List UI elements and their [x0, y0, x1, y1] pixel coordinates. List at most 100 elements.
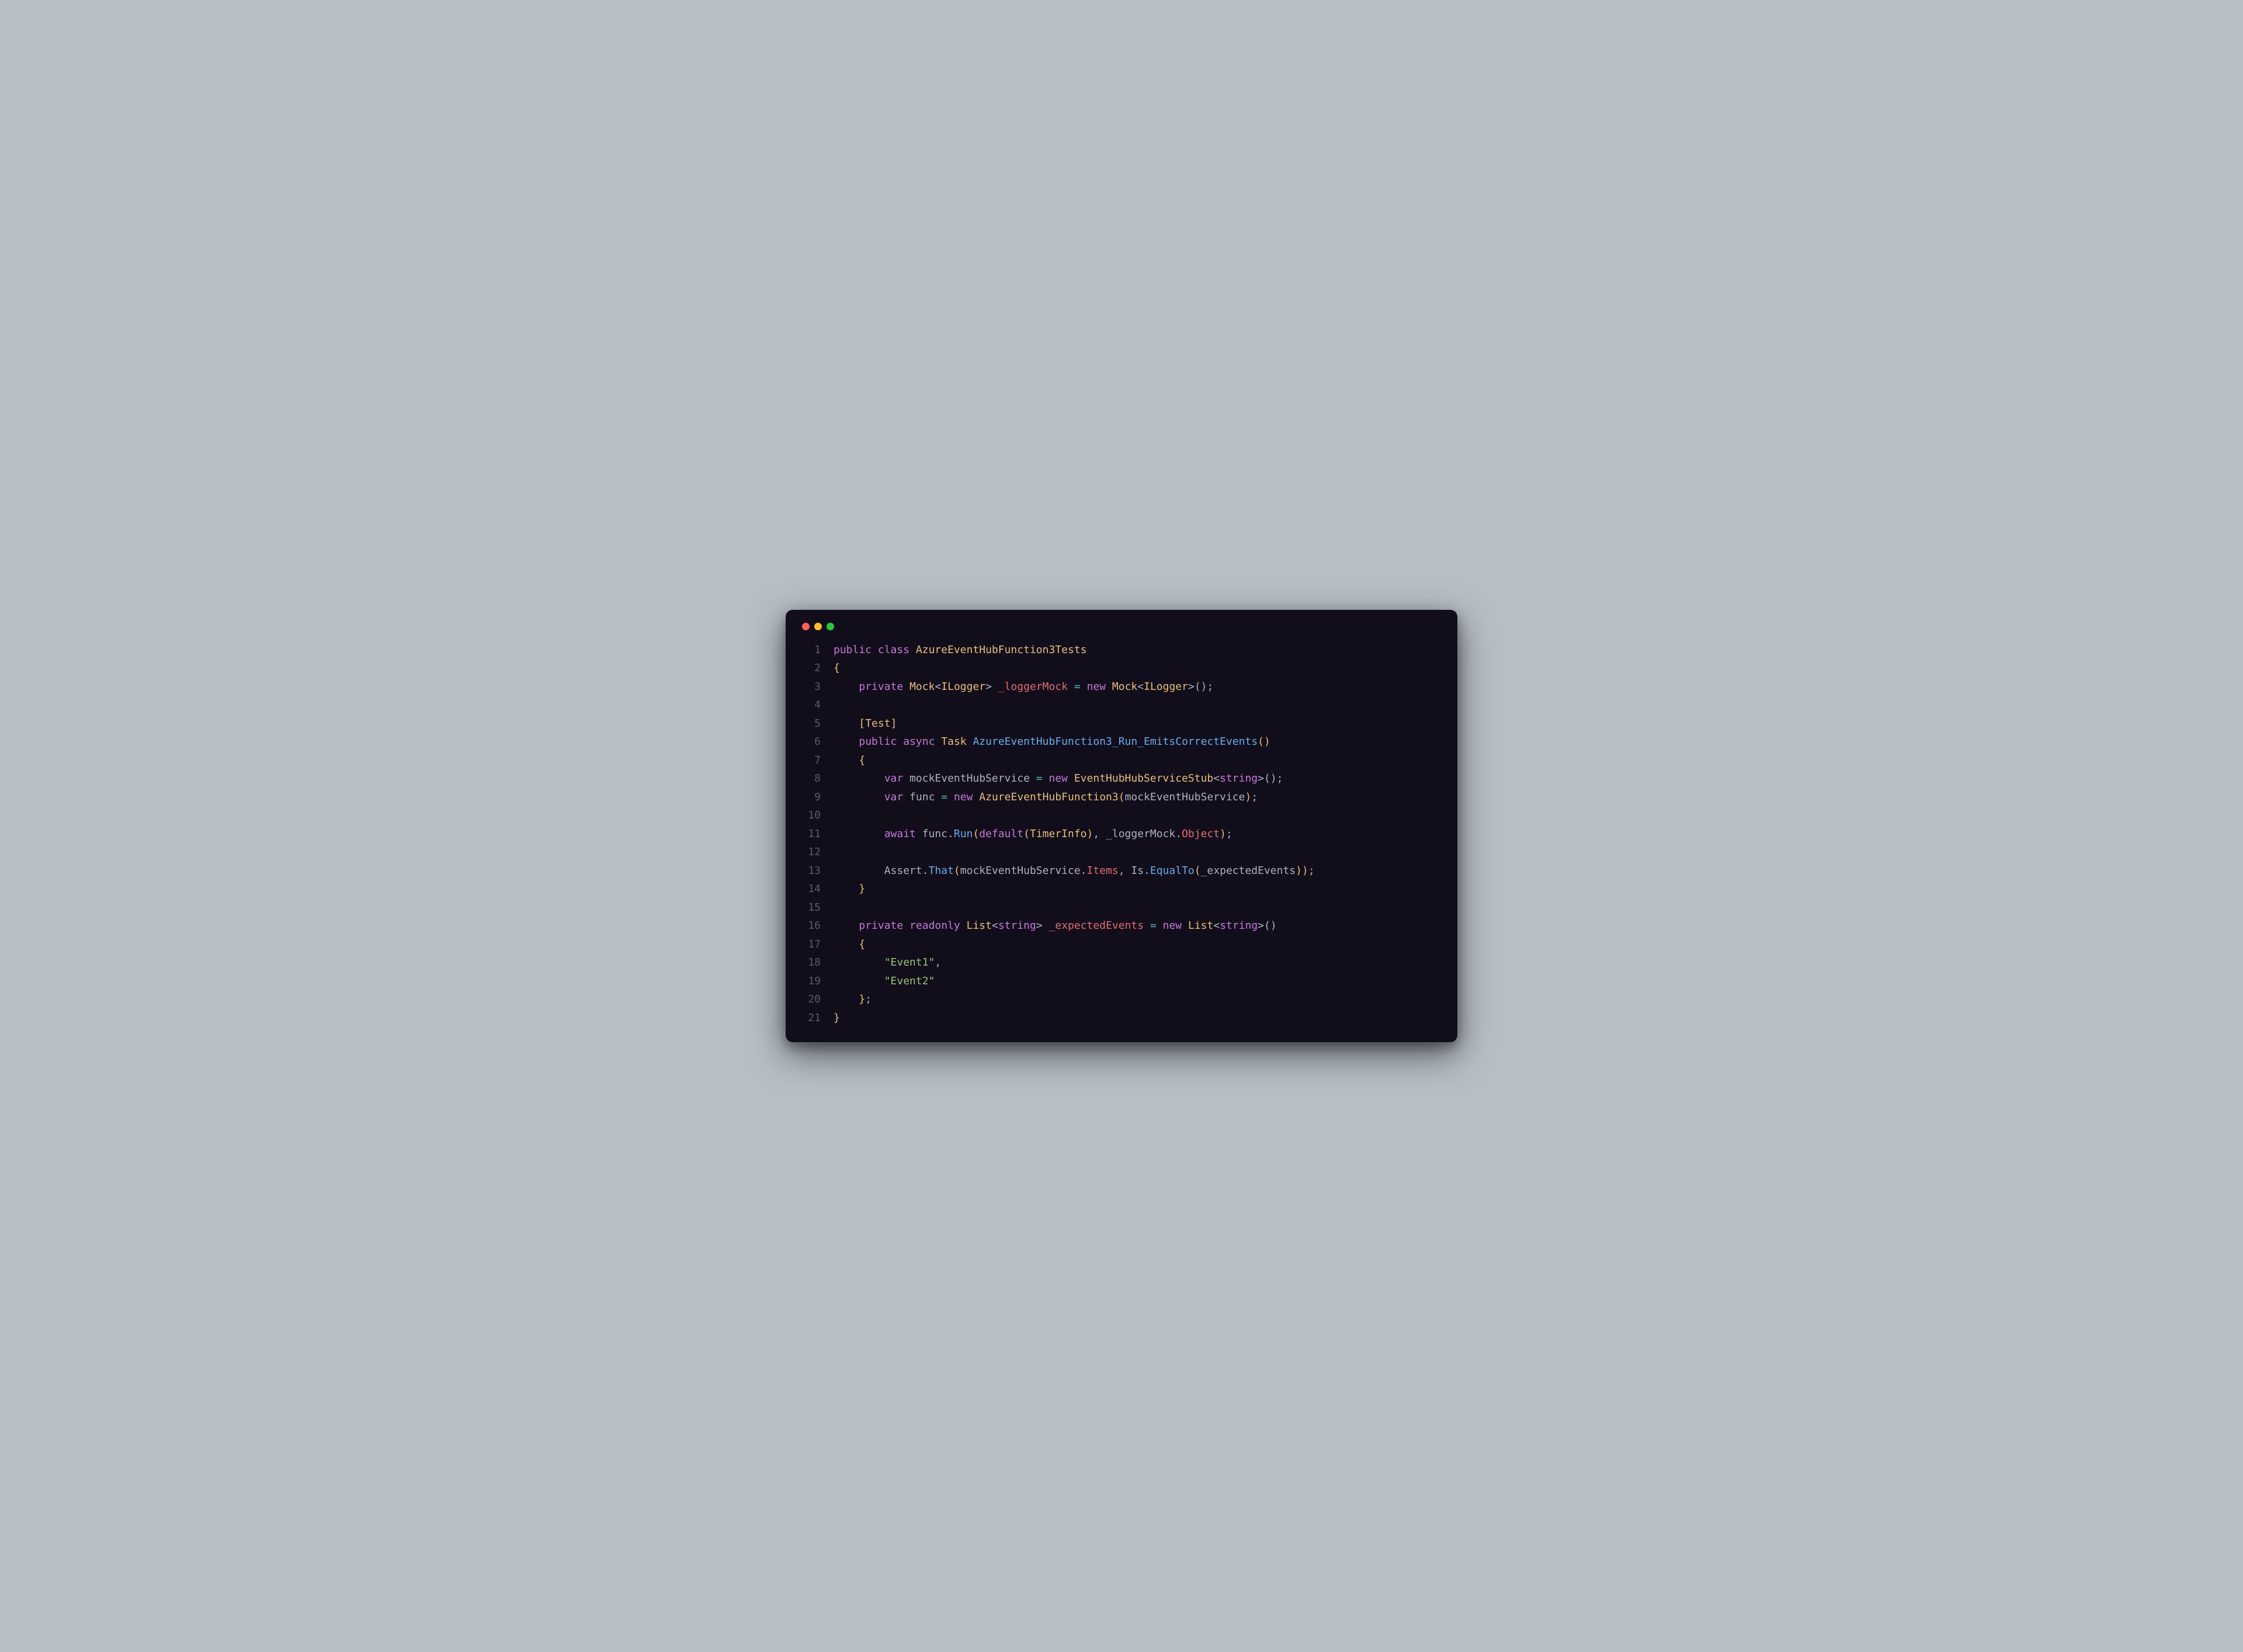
code-line[interactable]: 1public class AzureEventHubFunction3Test…: [801, 641, 1442, 660]
code-token: ILogger: [941, 681, 985, 693]
line-content[interactable]: {: [834, 935, 865, 954]
line-content[interactable]: [Test]: [834, 714, 897, 733]
code-token: private: [859, 919, 903, 932]
line-content[interactable]: };: [834, 990, 871, 1009]
code-token: readonly: [909, 919, 960, 932]
code-line[interactable]: 9 var func = new AzureEventHubFunction3(…: [801, 788, 1442, 807]
line-content[interactable]: await func.Run(default(TimerInfo), _logg…: [834, 825, 1232, 844]
code-line[interactable]: 21}: [801, 1009, 1442, 1028]
code-token: _expectedEvents: [1049, 919, 1144, 932]
code-token: (: [973, 828, 979, 840]
code-token: List: [1188, 919, 1213, 932]
code-line[interactable]: 19 "Event2": [801, 972, 1442, 991]
code-line[interactable]: 6 public async Task AzureEventHubFunctio…: [801, 733, 1442, 751]
line-number: 10: [801, 806, 821, 825]
line-content[interactable]: public class AzureEventHubFunction3Tests: [834, 641, 1087, 660]
code-token: {: [859, 754, 865, 766]
line-content[interactable]: var func = new AzureEventHubFunction3(mo…: [834, 788, 1258, 807]
code-token: AzureEventHubFunction3: [979, 791, 1118, 803]
code-token: "Event2": [884, 975, 935, 987]
line-content[interactable]: var mockEventHubService = new EventHubHu…: [834, 769, 1283, 788]
code-line[interactable]: 5 [Test]: [801, 714, 1442, 733]
code-token: [834, 938, 859, 950]
code-token: ;: [1308, 865, 1315, 877]
code-line[interactable]: 10: [801, 806, 1442, 825]
code-token: Mock: [909, 681, 935, 693]
code-token: <: [935, 681, 941, 693]
code-token: ): [1302, 865, 1308, 877]
code-line[interactable]: 7 {: [801, 751, 1442, 770]
line-content[interactable]: [834, 898, 840, 917]
code-line[interactable]: 8 var mockEventHubService = new EventHub…: [801, 769, 1442, 788]
line-content[interactable]: [834, 806, 840, 825]
window-close-icon[interactable]: [802, 623, 810, 630]
code-line[interactable]: 20 };: [801, 990, 1442, 1009]
code-token: [960, 919, 967, 932]
code-editor[interactable]: 1public class AzureEventHubFunction3Test…: [801, 641, 1442, 1028]
line-content[interactable]: "Event2": [834, 972, 935, 991]
line-content[interactable]: }: [834, 880, 865, 898]
line-content[interactable]: {: [834, 659, 840, 678]
code-token: ;: [1251, 791, 1258, 803]
code-token: =: [941, 791, 947, 803]
line-content[interactable]: [834, 696, 840, 714]
code-token: }: [859, 883, 865, 895]
code-token: [834, 681, 859, 693]
code-token: [834, 975, 884, 987]
code-line[interactable]: 16 private readonly List<string> _expect…: [801, 917, 1442, 935]
code-line[interactable]: 4: [801, 696, 1442, 714]
line-number: 7: [801, 751, 821, 770]
code-token: (: [1258, 735, 1264, 748]
line-content[interactable]: "Event1",: [834, 953, 941, 972]
code-token: }: [859, 993, 865, 1005]
code-token: {: [859, 938, 865, 950]
line-content[interactable]: private Mock<ILogger> _loggerMock = new …: [834, 678, 1213, 696]
line-number: 13: [801, 862, 821, 880]
code-token: [1182, 919, 1188, 932]
code-token: EqualTo: [1150, 865, 1195, 877]
code-token: >(): [1258, 919, 1277, 932]
code-token: [1043, 772, 1049, 785]
code-token: [834, 956, 884, 969]
code-token: [834, 735, 859, 748]
line-content[interactable]: [834, 843, 840, 862]
code-window: 1public class AzureEventHubFunction3Test…: [786, 610, 1457, 1043]
code-token: Test: [865, 717, 890, 730]
code-token: [1157, 919, 1163, 932]
line-content[interactable]: }: [834, 1009, 840, 1028]
code-token: var: [884, 791, 904, 803]
window-minimize-icon[interactable]: [814, 623, 822, 630]
line-content[interactable]: Assert.That(mockEventHubService.Items, I…: [834, 862, 1315, 880]
window-zoom-icon[interactable]: [827, 623, 834, 630]
code-token: [834, 993, 859, 1005]
code-line[interactable]: 17 {: [801, 935, 1442, 954]
code-token: private: [859, 681, 903, 693]
code-token: mockEventHubService: [903, 772, 1036, 785]
code-token: (: [1023, 828, 1030, 840]
line-number: 20: [801, 990, 821, 1009]
code-token: ): [1245, 791, 1251, 803]
code-line[interactable]: 12: [801, 843, 1442, 862]
line-content[interactable]: private readonly List<string> _expectedE…: [834, 917, 1277, 935]
code-line[interactable]: 14 }: [801, 880, 1442, 898]
code-token: [897, 735, 903, 748]
code-token: [834, 717, 859, 730]
code-line[interactable]: 18 "Event1",: [801, 953, 1442, 972]
line-number: 19: [801, 972, 821, 991]
code-line[interactable]: 15: [801, 898, 1442, 917]
line-content[interactable]: {: [834, 751, 865, 770]
code-token: , Is.: [1119, 865, 1150, 877]
line-number: 6: [801, 733, 821, 751]
code-line[interactable]: 3 private Mock<ILogger> _loggerMock = ne…: [801, 678, 1442, 696]
code-token: ): [1296, 865, 1302, 877]
code-line[interactable]: 2{: [801, 659, 1442, 678]
line-number: 5: [801, 714, 821, 733]
line-number: 4: [801, 696, 821, 714]
code-token: >: [985, 681, 998, 693]
code-token: [909, 644, 916, 656]
line-content[interactable]: public async Task AzureEventHubFunction3…: [834, 733, 1270, 751]
code-line[interactable]: 13 Assert.That(mockEventHubService.Items…: [801, 862, 1442, 880]
code-line[interactable]: 11 await func.Run(default(TimerInfo), _l…: [801, 825, 1442, 844]
code-token: class: [878, 644, 909, 656]
code-token: [: [859, 717, 865, 730]
